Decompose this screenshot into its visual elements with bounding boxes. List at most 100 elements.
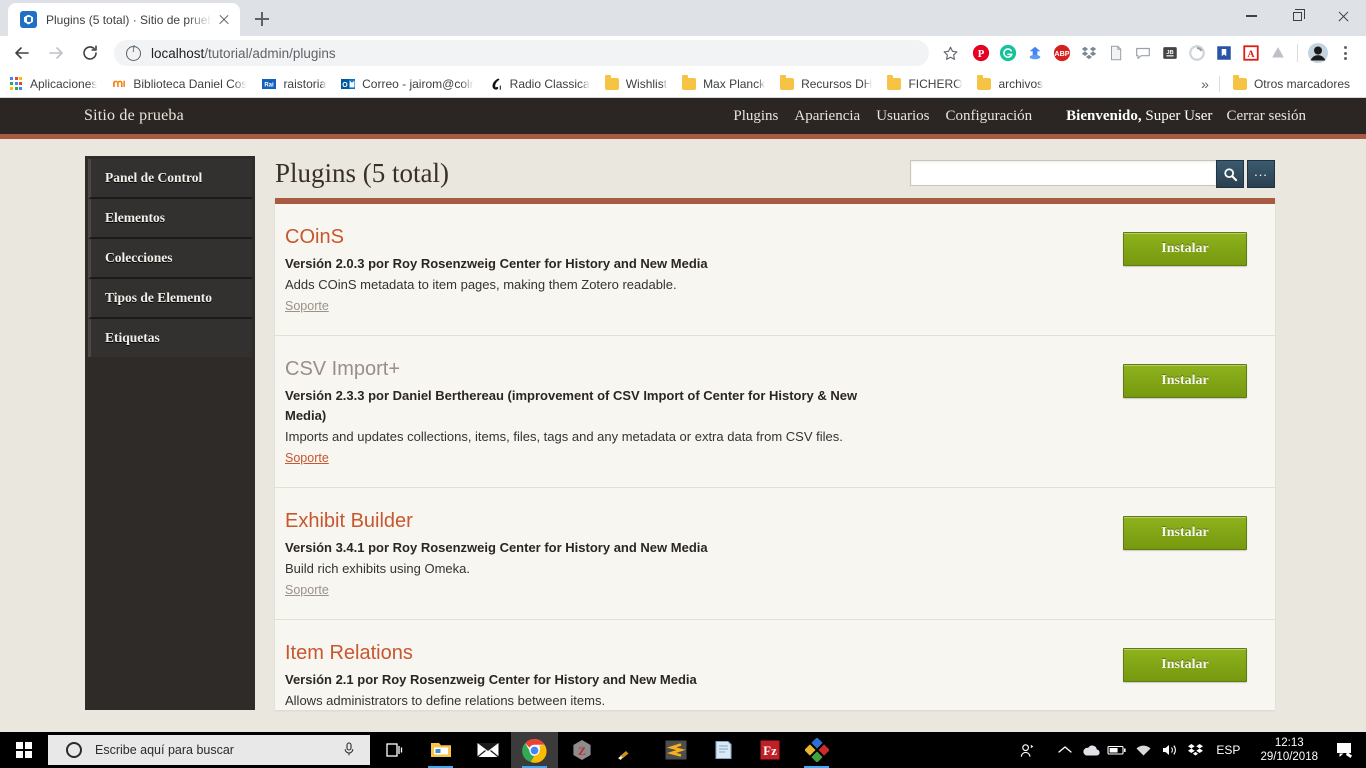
plugin-description: Imports and updates collections, items, … (285, 429, 1123, 444)
install-button[interactable]: Instalar (1123, 232, 1247, 266)
logout-link[interactable]: Cerrar sesión (1226, 108, 1306, 125)
address-bar[interactable]: localhost/tutorial/admin/plugins (114, 40, 929, 66)
pinterest-icon[interactable]: P (968, 40, 994, 66)
bookmark-recursos-dh[interactable]: Recursos DH (779, 76, 872, 92)
install-button[interactable]: Instalar (1123, 516, 1247, 550)
chat-icon[interactable] (1130, 40, 1156, 66)
nav-plugins[interactable]: Plugins (733, 108, 778, 125)
search-button[interactable] (1216, 160, 1244, 188)
people-icon[interactable] (1014, 732, 1040, 768)
zotero-icon[interactable]: Z (558, 732, 605, 768)
avatar[interactable] (1304, 39, 1332, 67)
close-icon[interactable] (1320, 0, 1366, 32)
bookmark-correo[interactable]: O Correo - jairom@colr (340, 76, 474, 92)
bookmark-star-icon[interactable] (937, 40, 963, 66)
onedrive-icon[interactable] (1078, 732, 1104, 768)
plugin-support-link[interactable]: Soporte (285, 451, 329, 465)
paint-net-icon[interactable] (793, 732, 840, 768)
bookmark-label: Max Planck (703, 77, 765, 91)
bookmark-radio-classica[interactable]: Radio Classica (488, 76, 590, 92)
chevron-right-icon[interactable]: » (1201, 76, 1209, 92)
site-info-icon[interactable] (126, 46, 141, 61)
other-bookmarks-folder[interactable]: Otros marcadores (1232, 76, 1350, 92)
reload-icon[interactable] (76, 39, 104, 67)
language-indicator[interactable]: ESP (1216, 743, 1240, 757)
bookmark-wishlist[interactable]: Wishlist (604, 76, 667, 92)
filezilla-icon[interactable]: Fz (746, 732, 793, 768)
bookmark-max-planck[interactable]: Max Planck (681, 76, 765, 92)
sidebar-item-tipos-de-elemento[interactable]: Tipos de Elemento (88, 279, 252, 319)
plugins-panel: COinS Versión 2.0.3 por Roy Rosenzweig C… (275, 198, 1275, 710)
plugin-name[interactable]: Item Relations (285, 642, 1123, 665)
sublime-text-icon[interactable] (652, 732, 699, 768)
document-icon[interactable] (1103, 40, 1129, 66)
taskbar-search-box[interactable]: Escribe aquí para buscar (48, 735, 370, 765)
task-view-icon[interactable] (370, 732, 417, 768)
plugin-name[interactable]: COinS (285, 226, 1123, 249)
dropbox-icon[interactable] (1076, 40, 1102, 66)
mega-icon[interactable] (1022, 40, 1048, 66)
forward-arrow-icon[interactable] (42, 39, 70, 67)
install-button[interactable]: Instalar (1123, 364, 1247, 398)
bookmark-fichero[interactable]: FICHERO (886, 76, 962, 92)
bookmark-icon[interactable] (1211, 40, 1237, 66)
google-drive-icon[interactable] (1265, 40, 1291, 66)
plugin-support-link[interactable]: Soporte (285, 299, 329, 313)
new-tab-button[interactable] (248, 5, 276, 33)
minimize-icon[interactable] (1228, 0, 1274, 32)
plugin-info: Exhibit Builder Versión 3.4.1 por Roy Ro… (285, 510, 1123, 599)
wifi-icon[interactable] (1130, 732, 1156, 768)
sidebar-item-colecciones[interactable]: Colecciones (88, 239, 252, 279)
browser-toolbar: localhost/tutorial/admin/plugins P ABP (0, 36, 1366, 70)
show-hidden-icons-icon[interactable] (1052, 732, 1078, 768)
mail-icon[interactable] (464, 732, 511, 768)
action-center-icon[interactable] (1328, 732, 1362, 768)
install-button[interactable]: Instalar (1123, 648, 1247, 682)
windows-start-icon[interactable] (0, 732, 48, 768)
close-icon[interactable] (216, 12, 232, 28)
svg-text:Z: Z (577, 744, 585, 758)
bookmarks-bar: Aplicaciones Biblioteca Daniel Cos Rai r… (0, 70, 1366, 98)
clock[interactable]: 12:13 29/10/2018 (1260, 736, 1318, 764)
notepad-icon[interactable] (699, 732, 746, 768)
sidebar-item-etiquetas[interactable]: Etiquetas (88, 319, 252, 357)
jsonbrowser-icon[interactable]: JB (1157, 40, 1183, 66)
outlook-icon: O (340, 76, 356, 92)
back-arrow-icon[interactable] (8, 39, 36, 67)
browser-tab[interactable]: Plugins (5 total) · Sitio de prueba (8, 3, 240, 36)
circle-icon[interactable] (1184, 40, 1210, 66)
grammarly-icon[interactable] (995, 40, 1021, 66)
nav-usuarios[interactable]: Usuarios (876, 108, 929, 125)
cortana-icon[interactable] (66, 742, 82, 758)
plugin-name[interactable]: Exhibit Builder (285, 510, 1123, 533)
adobe-acrobat-icon[interactable]: A (1238, 40, 1264, 66)
welcome-message: Bienvenido, Super User (1066, 108, 1212, 125)
file-explorer-icon[interactable] (417, 732, 464, 768)
plugin-row: COinS Versión 2.0.3 por Roy Rosenzweig C… (275, 204, 1275, 336)
bookmark-archivos[interactable]: archivos (976, 76, 1043, 92)
rai-icon: Rai (261, 76, 277, 92)
plugin-support-link[interactable]: Soporte (285, 583, 329, 597)
svg-text:Rai: Rai (265, 82, 275, 88)
battery-icon[interactable] (1104, 732, 1130, 768)
moodle-icon (111, 76, 127, 92)
search-input[interactable] (910, 160, 1216, 186)
advanced-search-button[interactable]: ... (1247, 160, 1275, 188)
maximize-icon[interactable] (1274, 0, 1320, 32)
ccleaner-icon[interactable] (605, 732, 652, 768)
volume-icon[interactable] (1156, 732, 1182, 768)
main-content: Plugins (5 total) ... (275, 156, 1275, 710)
sidebar-item-elementos[interactable]: Elementos (88, 199, 252, 239)
dropbox-icon[interactable] (1182, 732, 1208, 768)
microphone-icon[interactable] (342, 741, 356, 760)
chrome-menu-icon[interactable] (1332, 40, 1358, 66)
bookmark-aplicaciones[interactable]: Aplicaciones (8, 76, 97, 92)
plugin-name[interactable]: CSV Import+ (285, 358, 1123, 381)
bookmark-biblioteca-daniel-cos[interactable]: Biblioteca Daniel Cos (111, 76, 247, 92)
sidebar-item-panel-de-control[interactable]: Panel de Control (88, 159, 252, 199)
nav-configuracion[interactable]: Configuración (946, 108, 1033, 125)
bookmark-raistoria[interactable]: Rai raistoria (261, 76, 326, 92)
nav-apariencia[interactable]: Apariencia (794, 108, 860, 125)
google-chrome-icon[interactable] (511, 732, 558, 768)
adblock-plus-icon[interactable]: ABP (1049, 40, 1075, 66)
